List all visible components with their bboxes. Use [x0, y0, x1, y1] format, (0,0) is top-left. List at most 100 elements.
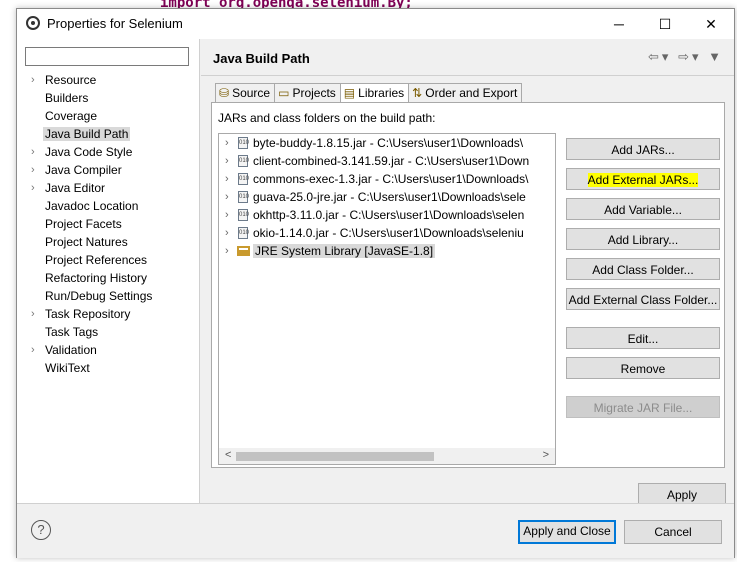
build-path-entry[interactable]: › 010 client-combined-3.141.59.jar - C:\Us…: [219, 152, 555, 170]
sidebar-item[interactable]: › Validation: [17, 341, 199, 359]
sidebar: › Resource Builders Coverage Java Build Path…: [17, 39, 200, 503]
scroll-right-icon[interactable]: >: [543, 449, 549, 461]
expand-arrow-icon[interactable]: ›: [225, 170, 229, 188]
back-arrow-icon[interactable]: ⇦: [648, 49, 662, 64]
build-path-entry[interactable]: › 010 okhttp-3.11.0.jar - C:\Users\user1\D…: [219, 206, 555, 224]
expand-arrow-icon[interactable]: ›: [225, 152, 229, 170]
sidebar-item[interactable]: WikiText: [17, 359, 199, 377]
back-dropdown-icon[interactable]: ▾: [662, 49, 672, 64]
tab-bar: ⛁ Source ▭ Projects ▤ Libraries ⇅ Order and Exp…: [215, 83, 523, 104]
expand-arrow-icon[interactable]: ›: [225, 206, 229, 224]
tab[interactable]: ⇅ Order and Export: [408, 83, 523, 103]
sidebar-item[interactable]: Project References: [17, 251, 199, 269]
add-variable-button[interactable]: Add Variable...: [566, 198, 720, 220]
sidebar-item-label: Javadoc Location: [45, 199, 139, 213]
build-path-entry[interactable]: › 010 okio-1.14.0.jar - C:\Users\user1\Dow…: [219, 224, 555, 242]
build-path-entry[interactable]: › 010 byte-buddy-1.8.15.jar - C:\Users\use…: [219, 134, 555, 152]
sidebar-item-label: Java Build Path: [43, 127, 131, 141]
scroll-thumb[interactable]: [236, 452, 434, 461]
tab-label: Source: [232, 86, 271, 100]
sidebar-item-label: Coverage: [45, 109, 98, 123]
sidebar-item-label: Project References: [45, 253, 148, 267]
sidebar-item-label: Resource: [45, 73, 97, 87]
tab[interactable]: ▤ Libraries: [339, 83, 410, 104]
add-jars-button[interactable]: Add JARs...: [566, 138, 720, 160]
sidebar-item[interactable]: Project Facets: [17, 215, 199, 233]
expand-arrow-icon[interactable]: ›: [31, 179, 35, 197]
build-path-list[interactable]: › 010 byte-buddy-1.8.15.jar - C:\Users\use…: [218, 133, 556, 465]
minimize-button[interactable]: ─: [596, 9, 642, 39]
apply-and-close-button[interactable]: Apply and Close: [518, 520, 616, 544]
sidebar-item[interactable]: Javadoc Location: [17, 197, 199, 215]
sidebar-item[interactable]: › Java Compiler: [17, 161, 199, 179]
expand-arrow-icon[interactable]: ›: [225, 188, 229, 206]
jar-file-icon: 010: [238, 173, 249, 185]
expand-arrow-icon[interactable]: ›: [31, 341, 35, 359]
sidebar-item[interactable]: Java Build Path: [17, 125, 199, 143]
close-button[interactable]: ✕: [688, 9, 734, 39]
tab[interactable]: ▭ Projects: [274, 83, 341, 103]
help-icon[interactable]: ?: [31, 520, 51, 540]
sidebar-item-label: Validation: [45, 343, 97, 357]
add-external-class-folder-button[interactable]: Add External Class Folder...: [566, 288, 720, 310]
entry-label: okio-1.14.0.jar - C:\Users\user1\Downloa…: [253, 226, 524, 240]
sidebar-item[interactable]: › Java Editor: [17, 179, 199, 197]
edit-button[interactable]: Edit...: [566, 327, 720, 349]
expand-arrow-icon[interactable]: ›: [31, 143, 35, 161]
jar-file-icon: 010: [238, 227, 249, 239]
maximize-button[interactable]: ☐: [642, 9, 688, 39]
sidebar-item[interactable]: Task Tags: [17, 323, 199, 341]
sidebar-item[interactable]: › Java Code Style: [17, 143, 199, 161]
expand-arrow-icon[interactable]: ›: [225, 134, 229, 152]
forward-arrow-icon[interactable]: ⇨: [678, 49, 692, 64]
eclipse-app-icon: [26, 16, 40, 30]
libraries-icon: ▤: [343, 86, 356, 100]
build-path-entry[interactable]: › 010 guava-25.0-jre.jar - C:\Users\user1\…: [219, 188, 555, 206]
jar-file-icon: 010: [238, 137, 249, 149]
expand-arrow-icon[interactable]: ›: [225, 224, 229, 242]
scroll-left-icon[interactable]: <: [225, 449, 231, 461]
add-class-folder-button[interactable]: Add Class Folder...: [566, 258, 720, 280]
sidebar-item[interactable]: Coverage: [17, 107, 199, 125]
page-title: Java Build Path: [213, 51, 310, 66]
migrate-jar-button[interactable]: Migrate JAR File...: [566, 396, 720, 418]
forward-dropdown-icon[interactable]: ▾: [692, 49, 702, 64]
main-pane: Java Build Path ⇦▾ ⇨▾ ▼ ⛁ Source ▭ Projects…: [201, 39, 734, 505]
sidebar-item-label: Refactoring History: [45, 271, 148, 285]
add-external-jars-button[interactable]: Add External JARs...: [566, 168, 720, 190]
dialog-footer: ? Apply and Close Cancel: [17, 503, 734, 558]
remove-button[interactable]: Remove: [566, 357, 720, 379]
apply-button[interactable]: Apply: [638, 483, 726, 505]
sidebar-item[interactable]: Builders: [17, 89, 199, 107]
title-bar: Properties for Selenium ─ ☐ ✕: [17, 9, 734, 39]
expand-arrow-icon[interactable]: ›: [31, 71, 35, 89]
filter-input[interactable]: [25, 47, 189, 66]
library-icon: [237, 246, 250, 256]
build-path-entry[interactable]: › JRE System Library [JavaSE-1.8]: [219, 242, 555, 260]
projects-folder-icon: ▭: [278, 86, 290, 100]
sidebar-item[interactable]: › Resource: [17, 71, 199, 89]
panel-caption: JARs and class folders on the build path…: [218, 111, 436, 125]
horizontal-scrollbar[interactable]: < >: [219, 448, 555, 464]
tab[interactable]: ⛁ Source: [215, 83, 276, 103]
entry-label: okhttp-3.11.0.jar - C:\Users\user1\Downl…: [253, 208, 525, 222]
header-divider: [201, 75, 734, 76]
sidebar-item[interactable]: Run/Debug Settings: [17, 287, 199, 305]
sidebar-item-label: Java Code Style: [45, 145, 133, 159]
sidebar-item-label: Run/Debug Settings: [45, 289, 153, 303]
sidebar-item-label: Task Tags: [45, 325, 99, 339]
expand-arrow-icon[interactable]: ›: [31, 161, 35, 179]
expand-arrow-icon[interactable]: ›: [31, 305, 35, 323]
cancel-button[interactable]: Cancel: [624, 520, 722, 544]
sidebar-item[interactable]: Refactoring History: [17, 269, 199, 287]
view-menu-icon[interactable]: ▼: [708, 49, 724, 64]
add-library-button[interactable]: Add Library...: [566, 228, 720, 250]
sidebar-item[interactable]: Project Natures: [17, 233, 199, 251]
build-path-entry[interactable]: › 010 commons-exec-1.3.jar - C:\Users\user…: [219, 170, 555, 188]
sidebar-item[interactable]: › Task Repository: [17, 305, 199, 323]
entry-label: byte-buddy-1.8.15.jar - C:\Users\user1\D…: [253, 136, 524, 150]
jar-file-icon: 010: [238, 209, 249, 221]
entry-label: JRE System Library [JavaSE-1.8]: [253, 244, 436, 258]
expand-arrow-icon[interactable]: ›: [225, 242, 229, 260]
add-external-jars-label: Add External JARs...: [587, 173, 699, 187]
